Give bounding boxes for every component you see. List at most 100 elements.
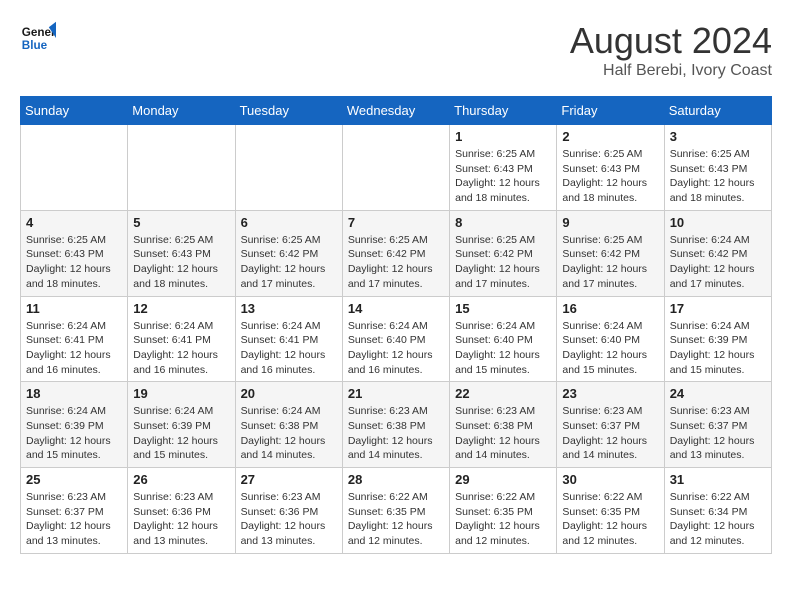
week-row-5: 25 Sunrise: 6:23 AM Sunset: 6:37 PM Dayli…	[21, 468, 772, 554]
day-number: 18	[26, 386, 122, 401]
calendar-cell: 31 Sunrise: 6:22 AM Sunset: 6:34 PM Dayli…	[664, 468, 771, 554]
day-number: 12	[133, 301, 229, 316]
calendar-cell: 9Sunrise: 6:25 AM Sunset: 6:42 PM Daylig…	[557, 210, 664, 296]
day-info: Sunrise: 6:22 AM Sunset: 6:34 PM Dayligh…	[670, 490, 766, 549]
svg-text:Blue: Blue	[22, 39, 48, 52]
day-info: Sunrise: 6:25 AM Sunset: 6:42 PM Dayligh…	[241, 233, 337, 292]
day-number: 20	[241, 386, 337, 401]
day-number: 22	[455, 386, 551, 401]
week-row-4: 18 Sunrise: 6:24 AM Sunset: 6:39 PM Dayli…	[21, 382, 772, 468]
day-number: 28	[348, 472, 444, 487]
calendar-cell: 2 Sunrise: 6:25 AM Sunset: 6:43 PM Daylig…	[557, 125, 664, 211]
day-info: Sunrise: 6:24 AM Sunset: 6:39 PM Dayligh…	[670, 319, 766, 378]
calendar-cell	[342, 125, 449, 211]
calendar-cell: 24 Sunrise: 6:23 AM Sunset: 6:37 PM Dayli…	[664, 382, 771, 468]
calendar-cell: 10 Sunrise: 6:24 AM Sunset: 6:42 PM Dayli…	[664, 210, 771, 296]
day-info: Sunrise: 6:24 AM Sunset: 6:38 PM Dayligh…	[241, 404, 337, 463]
calendar-cell: 4 Sunrise: 6:25 AM Sunset: 6:43 PM Daylig…	[21, 210, 128, 296]
calendar-cell: 26 Sunrise: 6:23 AM Sunset: 6:36 PM Dayli…	[128, 468, 235, 554]
calendar-cell	[128, 125, 235, 211]
day-number: 19	[133, 386, 229, 401]
weekday-header-wednesday: Wednesday	[342, 97, 449, 125]
calendar-cell: 23 Sunrise: 6:23 AM Sunset: 6:37 PM Dayli…	[557, 382, 664, 468]
weekday-header-saturday: Saturday	[664, 97, 771, 125]
day-info: Sunrise: 6:24 AM Sunset: 6:41 PM Dayligh…	[241, 319, 337, 378]
calendar-cell: 15Sunrise: 6:24 AM Sunset: 6:40 PM Dayli…	[450, 296, 557, 382]
week-row-1: 1 Sunrise: 6:25 AM Sunset: 6:43 PM Daylig…	[21, 125, 772, 211]
day-info: Sunrise: 6:24 AM Sunset: 6:42 PM Dayligh…	[670, 233, 766, 292]
calendar-cell: 18 Sunrise: 6:24 AM Sunset: 6:39 PM Dayli…	[21, 382, 128, 468]
day-number: 24	[670, 386, 766, 401]
day-number: 16	[562, 301, 658, 316]
calendar-cell: 8Sunrise: 6:25 AM Sunset: 6:42 PM Daylig…	[450, 210, 557, 296]
calendar-cell: 14Sunrise: 6:24 AM Sunset: 6:40 PM Dayli…	[342, 296, 449, 382]
calendar-cell: 16 Sunrise: 6:24 AM Sunset: 6:40 PM Dayli…	[557, 296, 664, 382]
day-number: 3	[670, 129, 766, 144]
day-number: 6	[241, 215, 337, 230]
day-number: 4	[26, 215, 122, 230]
day-number: 29	[455, 472, 551, 487]
day-info: Sunrise: 6:25 AM Sunset: 6:43 PM Dayligh…	[133, 233, 229, 292]
calendar-cell: 19 Sunrise: 6:24 AM Sunset: 6:39 PM Dayli…	[128, 382, 235, 468]
logo-icon: General Blue	[20, 20, 56, 56]
day-info: Sunrise: 6:23 AM Sunset: 6:37 PM Dayligh…	[26, 490, 122, 549]
day-info: Sunrise: 6:22 AM Sunset: 6:35 PM Dayligh…	[348, 490, 444, 549]
day-number: 1	[455, 129, 551, 144]
day-number: 21	[348, 386, 444, 401]
day-info: Sunrise: 6:24 AM Sunset: 6:41 PM Dayligh…	[133, 319, 229, 378]
day-info: Sunrise: 6:24 AM Sunset: 6:39 PM Dayligh…	[133, 404, 229, 463]
day-info: Sunrise: 6:23 AM Sunset: 6:38 PM Dayligh…	[348, 404, 444, 463]
day-info: Sunrise: 6:24 AM Sunset: 6:39 PM Dayligh…	[26, 404, 122, 463]
calendar-cell: 17Sunrise: 6:24 AM Sunset: 6:39 PM Dayli…	[664, 296, 771, 382]
title-area: August 2024 Half Berebi, Ivory Coast	[570, 20, 772, 80]
calendar-cell: 21 Sunrise: 6:23 AM Sunset: 6:38 PM Dayli…	[342, 382, 449, 468]
day-number: 2	[562, 129, 658, 144]
calendar-cell: 5 Sunrise: 6:25 AM Sunset: 6:43 PM Daylig…	[128, 210, 235, 296]
calendar-cell: 11 Sunrise: 6:24 AM Sunset: 6:41 PM Dayli…	[21, 296, 128, 382]
day-info: Sunrise: 6:25 AM Sunset: 6:43 PM Dayligh…	[670, 147, 766, 206]
calendar-cell: 3 Sunrise: 6:25 AM Sunset: 6:43 PM Daylig…	[664, 125, 771, 211]
day-info: Sunrise: 6:23 AM Sunset: 6:36 PM Dayligh…	[241, 490, 337, 549]
day-info: Sunrise: 6:23 AM Sunset: 6:37 PM Dayligh…	[670, 404, 766, 463]
day-info: Sunrise: 6:23 AM Sunset: 6:37 PM Dayligh…	[562, 404, 658, 463]
day-number: 13	[241, 301, 337, 316]
calendar-cell: 20 Sunrise: 6:24 AM Sunset: 6:38 PM Dayli…	[235, 382, 342, 468]
calendar-cell: 6 Sunrise: 6:25 AM Sunset: 6:42 PM Daylig…	[235, 210, 342, 296]
day-number: 5	[133, 215, 229, 230]
day-info: Sunrise: 6:25 AM Sunset: 6:43 PM Dayligh…	[26, 233, 122, 292]
calendar-cell: 22Sunrise: 6:23 AM Sunset: 6:38 PM Dayli…	[450, 382, 557, 468]
calendar-cell: 13 Sunrise: 6:24 AM Sunset: 6:41 PM Dayli…	[235, 296, 342, 382]
day-number: 7	[348, 215, 444, 230]
calendar-cell: 27Sunrise: 6:23 AM Sunset: 6:36 PM Dayli…	[235, 468, 342, 554]
weekday-header-row: SundayMondayTuesdayWednesdayThursdayFrid…	[21, 97, 772, 125]
day-number: 25	[26, 472, 122, 487]
calendar-cell: 25 Sunrise: 6:23 AM Sunset: 6:37 PM Dayli…	[21, 468, 128, 554]
day-number: 9	[562, 215, 658, 230]
day-info: Sunrise: 6:24 AM Sunset: 6:40 PM Dayligh…	[348, 319, 444, 378]
location-subtitle: Half Berebi, Ivory Coast	[570, 62, 772, 80]
day-number: 26	[133, 472, 229, 487]
day-info: Sunrise: 6:22 AM Sunset: 6:35 PM Dayligh…	[562, 490, 658, 549]
calendar-cell: 12 Sunrise: 6:24 AM Sunset: 6:41 PM Dayli…	[128, 296, 235, 382]
calendar-table: SundayMondayTuesdayWednesdayThursdayFrid…	[20, 96, 772, 554]
day-info: Sunrise: 6:23 AM Sunset: 6:36 PM Dayligh…	[133, 490, 229, 549]
day-info: Sunrise: 6:24 AM Sunset: 6:40 PM Dayligh…	[562, 319, 658, 378]
month-year-title: August 2024	[570, 20, 772, 62]
weekday-header-thursday: Thursday	[450, 97, 557, 125]
day-number: 15	[455, 301, 551, 316]
calendar-cell: 29Sunrise: 6:22 AM Sunset: 6:35 PM Dayli…	[450, 468, 557, 554]
weekday-header-tuesday: Tuesday	[235, 97, 342, 125]
calendar-cell: 7 Sunrise: 6:25 AM Sunset: 6:42 PM Daylig…	[342, 210, 449, 296]
calendar-cell: 1 Sunrise: 6:25 AM Sunset: 6:43 PM Daylig…	[450, 125, 557, 211]
weekday-header-sunday: Sunday	[21, 97, 128, 125]
day-number: 11	[26, 301, 122, 316]
day-info: Sunrise: 6:25 AM Sunset: 6:43 PM Dayligh…	[562, 147, 658, 206]
day-number: 23	[562, 386, 658, 401]
logo: General Blue	[20, 20, 56, 56]
calendar-cell	[235, 125, 342, 211]
day-number: 31	[670, 472, 766, 487]
day-info: Sunrise: 6:25 AM Sunset: 6:43 PM Dayligh…	[455, 147, 551, 206]
day-info: Sunrise: 6:24 AM Sunset: 6:41 PM Dayligh…	[26, 319, 122, 378]
day-info: Sunrise: 6:25 AM Sunset: 6:42 PM Dayligh…	[348, 233, 444, 292]
day-number: 10	[670, 215, 766, 230]
